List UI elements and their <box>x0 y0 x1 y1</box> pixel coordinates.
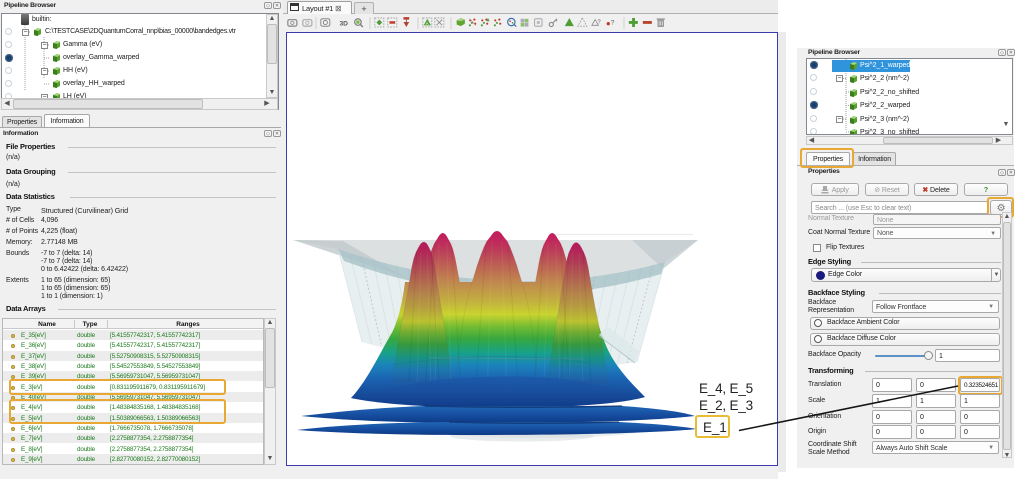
svg-text:?: ? <box>598 20 601 26</box>
svg-text:A: A <box>426 21 429 26</box>
svg-text:3D: 3D <box>339 20 348 27</box>
svg-text:?: ? <box>611 20 615 27</box>
